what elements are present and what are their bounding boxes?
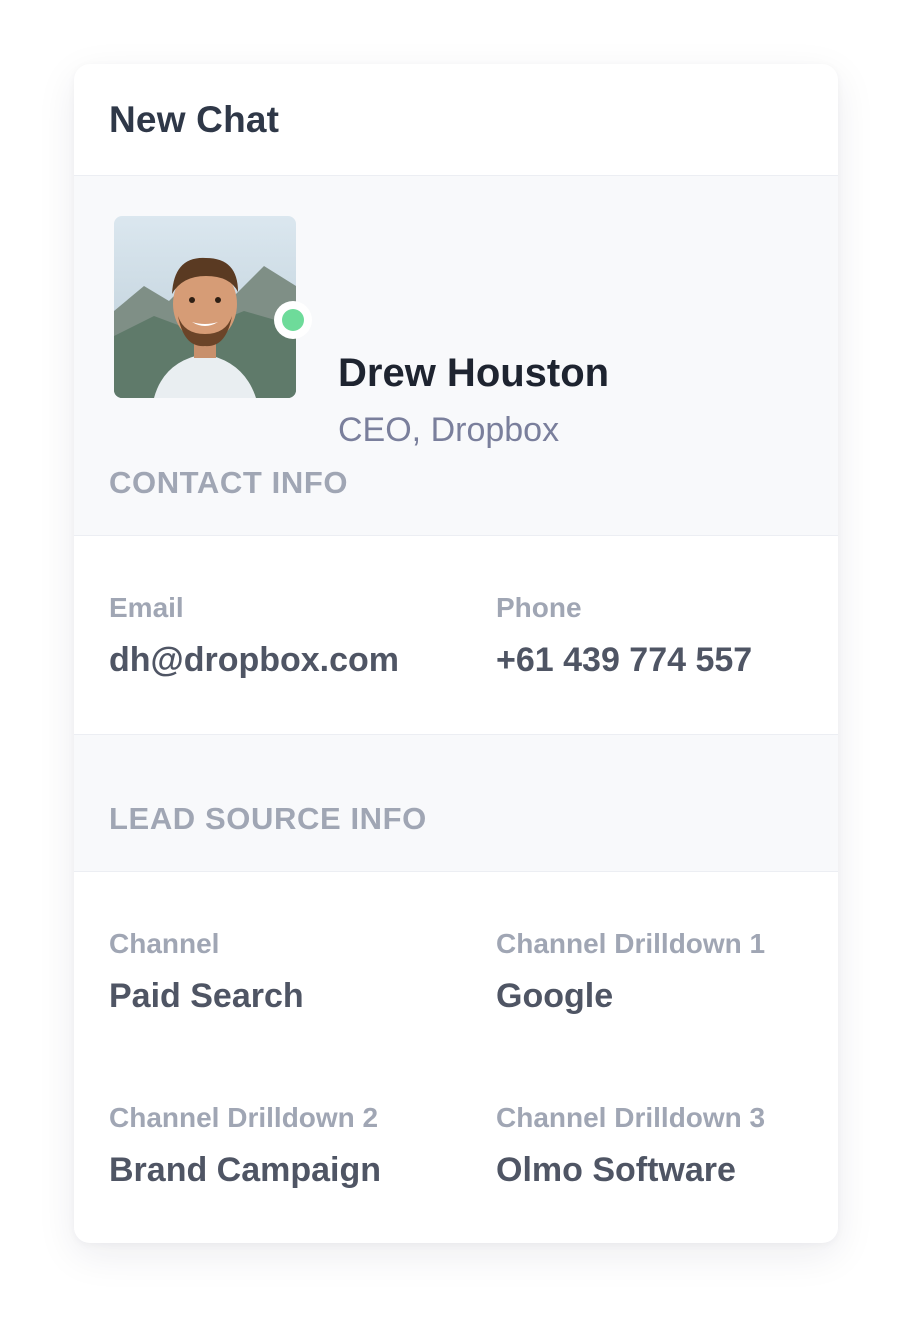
- lead-source-fields: Channel Paid Search Channel Drilldown 1 …: [74, 872, 838, 1242]
- channel-drilldown-3-label: Channel Drilldown 3: [496, 1102, 766, 1133]
- channel-drilldown-3-value: Olmo Software: [496, 1151, 736, 1189]
- contact-role: CEO, Dropbox: [338, 411, 560, 449]
- email-label: Email: [109, 592, 184, 623]
- channel-field: Channel Paid Search: [109, 927, 469, 1017]
- email-value[interactable]: dh@dropbox.com: [109, 639, 469, 681]
- avatar[interactable]: [114, 216, 296, 398]
- phone-value[interactable]: +61 439 774 557: [496, 639, 838, 681]
- contact-info-heading: CONTACT INFO: [109, 465, 349, 500]
- phone-label: Phone: [496, 592, 582, 623]
- channel-drilldown-1-field: Channel Drilldown 1 Google: [496, 927, 838, 1017]
- contact-card: New Chat Drew Houston CEO, Dropbox CONTA…: [74, 64, 838, 1243]
- online-status-dot: [282, 309, 304, 331]
- contact-info-fields: Email dh@dropbox.com Phone +61 439 774 5…: [74, 536, 838, 734]
- channel-drilldown-2-field: Channel Drilldown 2 Brand Campaign: [109, 1101, 469, 1191]
- card-header: New Chat: [74, 64, 838, 176]
- page-title: New Chat: [109, 98, 280, 140]
- channel-drilldown-2-value: Brand Campaign: [109, 1151, 382, 1189]
- channel-value: Paid Search: [109, 977, 304, 1015]
- channel-drilldown-3-field: Channel Drilldown 3 Olmo Software: [496, 1101, 838, 1191]
- profile-section: Drew Houston CEO, Dropbox CONTACT INFO: [74, 176, 838, 536]
- channel-drilldown-2-label: Channel Drilldown 2: [109, 1102, 379, 1133]
- online-status-indicator: [274, 301, 312, 339]
- channel-drilldown-1-value: Google: [496, 977, 614, 1015]
- contact-name: Drew Houston: [338, 351, 610, 395]
- channel-drilldown-1-label: Channel Drilldown 1: [496, 928, 766, 959]
- phone-field: Phone +61 439 774 557: [496, 591, 838, 681]
- email-field: Email dh@dropbox.com: [109, 591, 469, 681]
- lead-source-heading: LEAD SOURCE INFO: [109, 801, 427, 836]
- lead-source-section: LEAD SOURCE INFO: [74, 734, 838, 872]
- channel-label: Channel: [109, 928, 220, 959]
- avatar-photo: [114, 216, 296, 398]
